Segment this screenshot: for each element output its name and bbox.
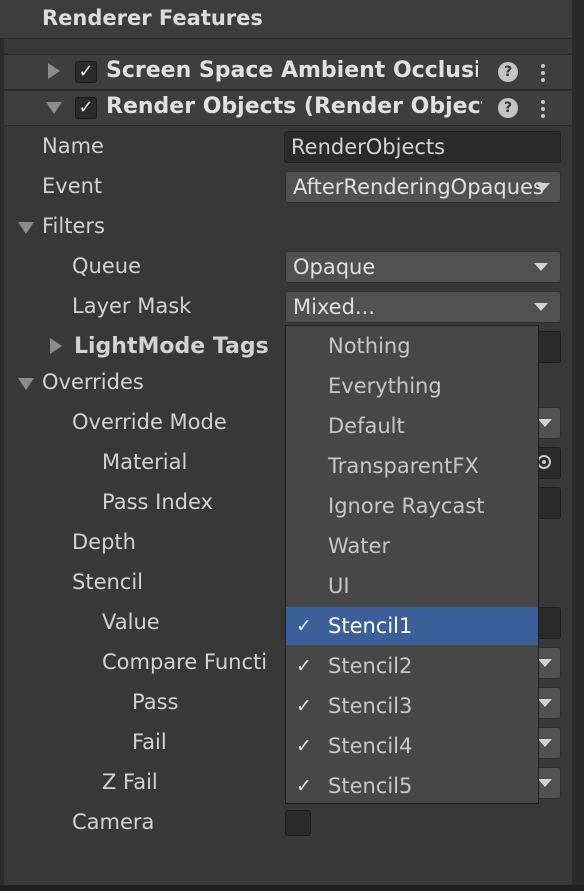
feature-title-render-objects: Render Objects (Render Objects bbox=[106, 94, 482, 119]
help-icon[interactable]: ? bbox=[498, 98, 518, 118]
feature-enabled-checkbox[interactable]: ✓ bbox=[75, 97, 97, 119]
event-label: Event bbox=[42, 174, 103, 198]
kebab-menu-icon[interactable] bbox=[541, 61, 547, 85]
filters-label[interactable]: Filters bbox=[42, 214, 105, 238]
menu-item-label: Default bbox=[328, 414, 405, 438]
menu-item-stencil5[interactable]: ✓ Stencil5 bbox=[286, 767, 538, 805]
event-dropdown[interactable]: AfterRenderingOpaques bbox=[285, 171, 561, 203]
scrollbar-track[interactable] bbox=[572, 0, 584, 891]
menu-item-label: Stencil3 bbox=[328, 694, 413, 718]
menu-item-label: Water bbox=[328, 534, 391, 558]
menu-item-label: Nothing bbox=[328, 334, 411, 358]
layer-mask-dropdown[interactable]: Mixed... bbox=[285, 291, 561, 323]
override-mode-label: Override Mode bbox=[72, 410, 227, 434]
overrides-label[interactable]: Overrides bbox=[42, 370, 144, 394]
chevron-down-icon bbox=[538, 739, 552, 747]
chevron-down-icon bbox=[534, 303, 548, 311]
pass-index-label: Pass Index bbox=[102, 490, 213, 514]
menu-item-label: Stencil2 bbox=[328, 654, 413, 678]
menu-item-default[interactable]: Default bbox=[286, 407, 538, 445]
menu-item-water[interactable]: Water bbox=[286, 527, 538, 565]
chevron-down-icon bbox=[538, 699, 552, 707]
queue-label: Queue bbox=[72, 254, 141, 278]
menu-item-ui[interactable]: UI bbox=[286, 567, 538, 605]
renderer-features-title: Renderer Features bbox=[42, 6, 263, 30]
pass-index-field[interactable] bbox=[538, 487, 561, 519]
menu-item-label: Ignore Raycast bbox=[328, 494, 485, 518]
overrides-foldout-icon[interactable] bbox=[18, 378, 34, 390]
fail-label: Fail bbox=[132, 730, 167, 754]
menu-item-everything[interactable]: Everything bbox=[286, 367, 538, 405]
stencil-label: Stencil bbox=[72, 570, 144, 594]
feature-title-ssao: Screen Space Ambient Occlusio bbox=[106, 58, 478, 83]
queue-dropdown[interactable]: Opaque bbox=[285, 251, 561, 283]
layer-mask-label: Layer Mask bbox=[72, 294, 192, 318]
menu-item-ignore-raycast[interactable]: Ignore Raycast bbox=[286, 487, 538, 525]
checkmark-icon: ✓ bbox=[296, 615, 312, 637]
compare-function-label: Compare Functi bbox=[102, 650, 268, 674]
chevron-down-icon bbox=[538, 659, 552, 667]
checkmark-icon: ✓ bbox=[296, 775, 312, 797]
kebab-menu-icon[interactable] bbox=[541, 97, 547, 121]
checkmark-icon: ✓ bbox=[296, 655, 312, 677]
lightmode-tags-size-field[interactable] bbox=[538, 331, 561, 363]
panel-bottom-edge bbox=[0, 885, 584, 891]
material-label: Material bbox=[102, 450, 188, 474]
checkmark-icon: ✓ bbox=[296, 735, 312, 757]
menu-item-label: Stencil4 bbox=[328, 734, 413, 758]
depth-label: Depth bbox=[72, 530, 136, 554]
chevron-down-icon bbox=[538, 779, 552, 787]
panel-left-edge bbox=[0, 0, 4, 891]
menu-item-label: Stencil1 bbox=[328, 614, 413, 638]
layer-mask-menu: Nothing Everything Default TransparentFX… bbox=[285, 325, 539, 804]
filters-foldout-icon[interactable] bbox=[18, 222, 34, 234]
help-icon[interactable]: ? bbox=[498, 62, 518, 82]
menu-item-label: Stencil5 bbox=[328, 774, 413, 798]
name-label: Name bbox=[42, 134, 104, 158]
menu-item-label: UI bbox=[328, 574, 350, 598]
menu-item-label: Everything bbox=[328, 374, 442, 398]
camera-checkbox[interactable] bbox=[285, 810, 311, 836]
menu-item-stencil2[interactable]: ✓ Stencil2 bbox=[286, 647, 538, 685]
chevron-down-icon bbox=[538, 419, 552, 427]
menu-item-stencil1[interactable]: ✓ Stencil1 bbox=[286, 607, 538, 645]
menu-item-nothing[interactable]: Nothing bbox=[286, 327, 538, 365]
menu-item-label: TransparentFX bbox=[328, 454, 479, 478]
menu-item-stencil3[interactable]: ✓ Stencil3 bbox=[286, 687, 538, 725]
lightmode-foldout-icon[interactable] bbox=[50, 338, 62, 354]
pass-label: Pass bbox=[132, 690, 179, 714]
object-picker-icon[interactable] bbox=[537, 455, 551, 469]
chevron-down-icon bbox=[536, 183, 550, 191]
name-field[interactable]: RenderObjects bbox=[284, 131, 561, 163]
checkmark-icon: ✓ bbox=[296, 695, 312, 717]
stencil-value-label: Value bbox=[102, 610, 160, 634]
menu-item-transparentfx[interactable]: TransparentFX bbox=[286, 447, 538, 485]
zfail-label: Z Fail bbox=[102, 770, 158, 794]
camera-label: Camera bbox=[72, 810, 155, 834]
stencil-value-field[interactable] bbox=[538, 607, 561, 639]
chevron-down-icon bbox=[534, 263, 548, 271]
menu-item-stencil4[interactable]: ✓ Stencil4 bbox=[286, 727, 538, 765]
lightmode-tags-label[interactable]: LightMode Tags bbox=[74, 334, 269, 359]
feature-enabled-checkbox[interactable]: ✓ bbox=[75, 61, 97, 83]
foldout-collapsed-icon[interactable] bbox=[48, 63, 60, 79]
foldout-expanded-icon[interactable] bbox=[46, 102, 62, 114]
